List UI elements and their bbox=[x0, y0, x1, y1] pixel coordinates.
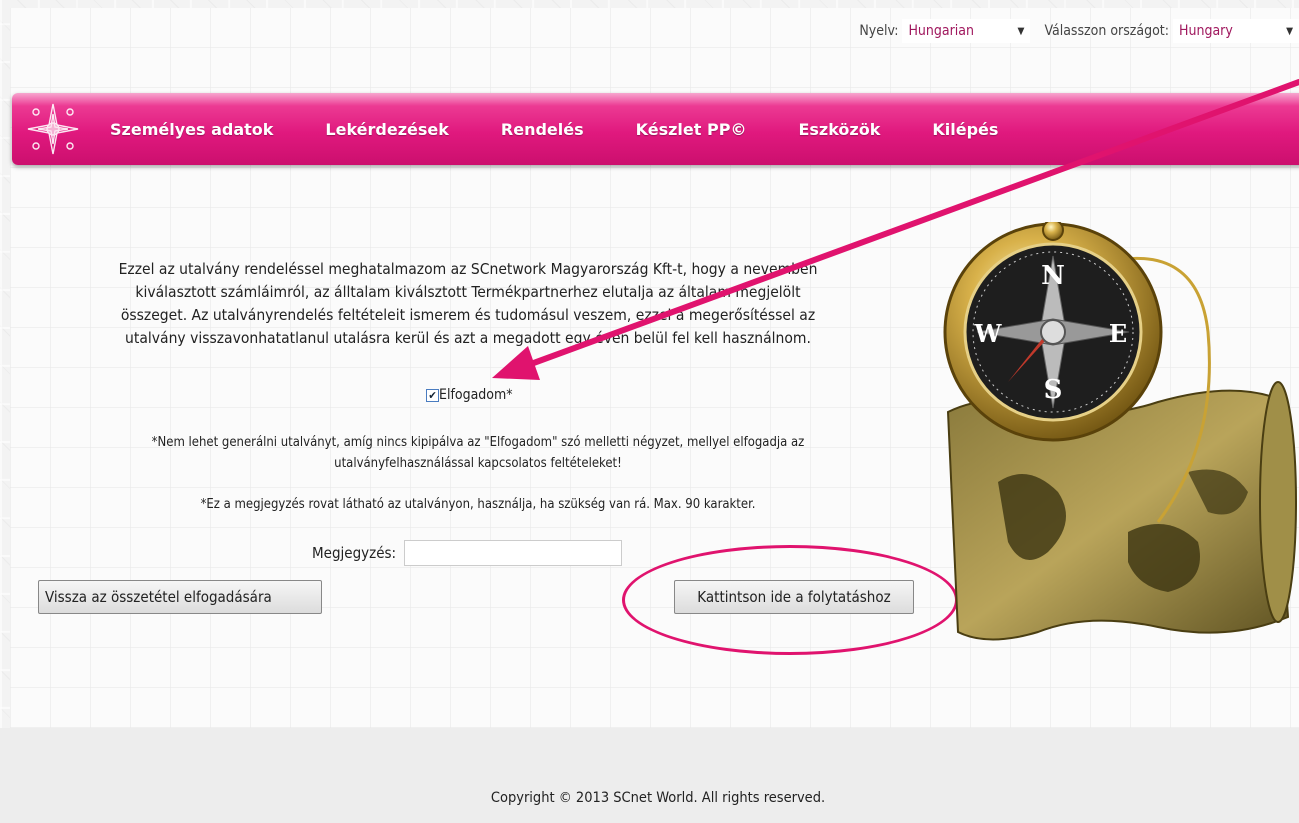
back-button[interactable]: Vissza az összetétel elfogadására bbox=[38, 580, 322, 614]
nav-stock-pp[interactable]: Készlet PP© bbox=[636, 120, 747, 139]
compass-map-illustration: N S W E bbox=[943, 222, 1297, 641]
star-logo-icon bbox=[27, 103, 79, 155]
nav-order[interactable]: Rendelés bbox=[501, 120, 584, 139]
remark-row: Megjegyzés: bbox=[312, 540, 623, 566]
language-select-value: Hungarian bbox=[908, 23, 974, 39]
svg-text:E: E bbox=[1109, 319, 1127, 348]
authorization-text: Ezzel az utalvány rendeléssel meghatalma… bbox=[28, 258, 908, 350]
authorization-text-line: Ezzel az utalvány rendeléssel meghatalma… bbox=[118, 260, 818, 278]
accept-row: ✔ Elfogadom* bbox=[426, 387, 513, 403]
svg-text:S: S bbox=[1044, 375, 1063, 405]
accept-note-line: *Nem lehet generálni utalványt, amíg nin… bbox=[151, 435, 805, 450]
authorization-text-line: utalvány visszavonhatatlanul utalásra ke… bbox=[125, 329, 811, 347]
svg-text:W: W bbox=[974, 319, 1003, 348]
accept-checkbox[interactable]: ✔ bbox=[426, 388, 439, 402]
copyright-text: Copyright © 2013 SCnet World. All rights… bbox=[490, 790, 826, 806]
country-select[interactable]: Hungary ▼ bbox=[1173, 19, 1299, 43]
nav-tools[interactable]: Eszközök bbox=[798, 120, 880, 139]
accept-note-line: utalványfelhasználással kapcsolatos felt… bbox=[334, 456, 622, 471]
remark-label: Megjegyzés: bbox=[312, 544, 397, 562]
remark-note: *Ez a megjegyzés rovat látható az utalvá… bbox=[200, 497, 756, 512]
nav-personal-data[interactable]: Személyes adatok bbox=[110, 120, 273, 139]
country-select-value: Hungary bbox=[1179, 23, 1233, 39]
authorization-text-line: kiválasztott számláimról, az álltalam ki… bbox=[135, 283, 801, 301]
chevron-down-icon: ▼ bbox=[1286, 25, 1293, 37]
nav-logout[interactable]: Kilépés bbox=[932, 120, 998, 139]
chevron-down-icon: ▼ bbox=[1017, 25, 1025, 37]
authorization-text-line: összeget. Az utalványrendelés feltételei… bbox=[120, 306, 816, 324]
svg-text:N: N bbox=[1041, 261, 1065, 291]
remark-input[interactable] bbox=[404, 540, 623, 566]
language-label: Nyelv: bbox=[859, 23, 899, 39]
language-bar: Nyelv: Hungarian ▼ Válasszon országot: H… bbox=[859, 18, 1299, 44]
language-select[interactable]: Hungarian ▼ bbox=[902, 19, 1031, 43]
footer bbox=[0, 728, 1299, 823]
country-label: Válasszon országot: bbox=[1044, 23, 1169, 39]
continue-button[interactable]: Kattintson ide a folytatáshoz bbox=[674, 580, 914, 614]
accept-note: *Nem lehet generálni utalványt, amíg nin… bbox=[48, 432, 908, 474]
main-navbar: Személyes adatok Lekérdezések Rendelés K… bbox=[12, 93, 1299, 165]
nav-queries[interactable]: Lekérdezések bbox=[325, 120, 448, 139]
accept-label: Elfogadom* bbox=[439, 387, 513, 403]
